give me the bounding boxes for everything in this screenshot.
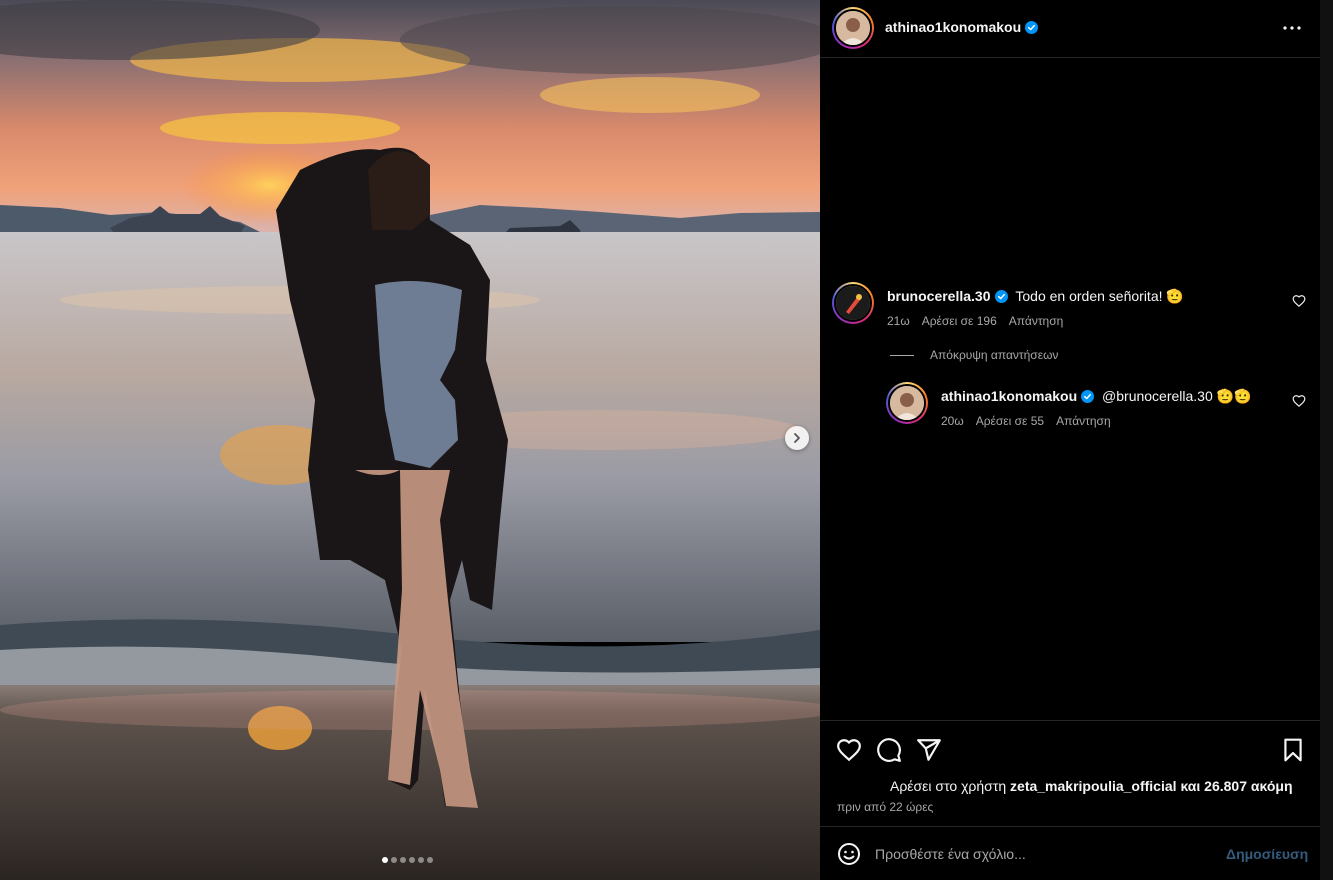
more-options-button[interactable] (1280, 18, 1304, 38)
comment-time[interactable]: 21ω (887, 314, 910, 328)
emoji-face-icon[interactable] (837, 842, 861, 866)
divider-line (890, 354, 914, 356)
post-media[interactable] (0, 0, 820, 880)
carousel-next-button[interactable] (785, 426, 809, 450)
post-header: athinao1konomakou (820, 0, 1320, 58)
reply-username[interactable]: athinao1konomakou (941, 388, 1077, 404)
heart-icon[interactable] (836, 737, 862, 763)
verified-badge-icon (1025, 21, 1039, 34)
likes-suffix[interactable]: και 26.807 ακόμη (1180, 778, 1292, 794)
paper-plane-icon[interactable] (916, 737, 942, 763)
more-options-icon (1283, 26, 1301, 30)
reply-time[interactable]: 20ω (941, 414, 964, 428)
chevron-right-icon (794, 433, 800, 443)
likes-user[interactable]: zeta_makripoulia_official (1010, 778, 1177, 794)
likes-prefix: Αρέσει στο χρήστη (890, 778, 1007, 794)
reply-like-heart-icon[interactable] (1292, 394, 1306, 408)
verified-badge-icon (1081, 390, 1095, 403)
comment-like-heart-icon[interactable] (1292, 294, 1306, 308)
reply-text: @brunocerella.30 🫡🫡 (1102, 388, 1252, 404)
likes-summary[interactable]: Αρέσει στο χρήστη zeta_makripoulia_offic… (890, 778, 1293, 794)
comment-bubble-icon[interactable] (876, 737, 902, 763)
post-photo (0, 0, 820, 880)
carousel-dot (400, 857, 406, 863)
post-time[interactable]: πριν από 22 ώρες (837, 800, 933, 814)
hide-replies-toggle[interactable]: Απόκρυψη απαντήσεων (890, 348, 1058, 362)
comment-text: Todo en orden señorita! 🫡 (1015, 288, 1184, 304)
post-comment-button[interactable]: Δημοσίευση (1226, 846, 1308, 862)
comment-username[interactable]: brunocerella.30 (887, 288, 991, 304)
bookmark-icon[interactable] (1280, 737, 1306, 763)
post-actions: Αρέσει στο χρήστη zeta_makripoulia_offic… (820, 720, 1320, 826)
carousel-dot (382, 857, 388, 863)
hide-replies-label: Απόκρυψη απαντήσεων (930, 348, 1059, 362)
author-username[interactable]: athinao1konomakou (885, 19, 1021, 35)
reply-author-avatar[interactable] (886, 382, 928, 424)
carousel-dot (391, 857, 397, 863)
carousel-dot (409, 857, 415, 863)
comment-box: Δημοσίευση (820, 826, 1320, 880)
comment-likes[interactable]: Αρέσει σε 196 (922, 314, 997, 328)
carousel-indicator (382, 857, 433, 863)
author-avatar[interactable] (832, 7, 874, 49)
post-side-panel: athinao1konomakou brunocerella.30 Todo e… (820, 0, 1320, 880)
commenter-avatar[interactable] (832, 282, 874, 324)
scrollbar-track[interactable] (1320, 0, 1333, 880)
carousel-dot (427, 857, 433, 863)
reply-button[interactable]: Απάντηση (1009, 314, 1064, 328)
comment-input[interactable] (875, 841, 1205, 867)
verified-badge-icon (994, 290, 1008, 303)
carousel-dot (418, 857, 424, 863)
reply-likes[interactable]: Αρέσει σε 55 (976, 414, 1044, 428)
comment: brunocerella.30 Todo en orden señorita! … (820, 282, 1320, 332)
reply-button[interactable]: Απάντηση (1056, 414, 1111, 428)
reply-comment: athinao1konomakou @brunocerella.30 🫡🫡 20… (820, 382, 1320, 432)
